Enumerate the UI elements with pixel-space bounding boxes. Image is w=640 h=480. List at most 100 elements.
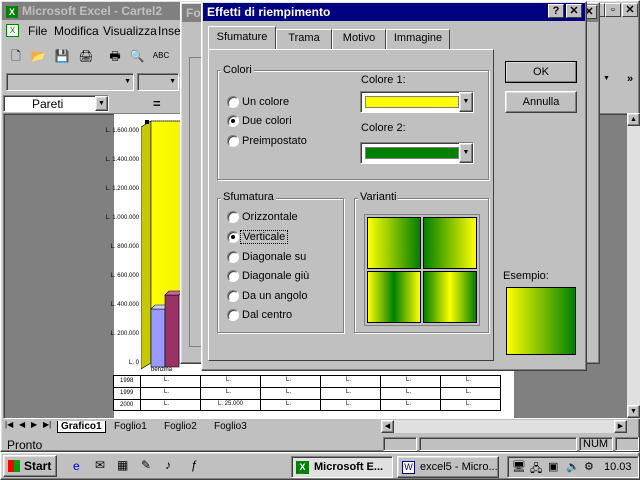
radio-preimpostato-label[interactable]: Preimpostato [242,135,307,147]
spelling-icon[interactable]: ABC [151,46,171,66]
radio-orizzontale-label[interactable]: Orizzontale [242,211,298,223]
name-box[interactable]: Pareti ▼ [3,95,109,112]
excel-close-button[interactable]: ✕ [622,3,638,17]
start-button[interactable]: Start [3,455,57,477]
help-button[interactable]: ? [548,4,564,18]
bar-series-1[interactable] [150,308,166,368]
selection-handle[interactable] [145,120,149,124]
clock[interactable]: 10.03 [604,461,632,473]
tab-sfumature[interactable]: Sfumature [208,26,276,49]
dialog-titlebar[interactable]: Effetti di riempimento [203,3,585,21]
radio-diagonale-giu[interactable] [227,270,239,282]
radio-due-colori[interactable] [227,115,239,127]
variant-swatch-3[interactable] [367,271,421,323]
radio-dal-centro-label[interactable]: Dal centro [242,309,292,321]
last-sheet-button[interactable]: ▶| [43,420,51,429]
scroll-right-button[interactable]: ▶ [614,420,627,433]
radio-da-un-angolo-label[interactable]: Da un angolo [242,290,307,302]
vertical-scrollbar[interactable]: ▲ ▼ [627,113,640,419]
system-tray: 🖥 🖧 ▣ 🔊 ⚙ 10.03 [507,456,639,478]
colore2-dropdown[interactable]: ▼ [360,142,474,164]
toolbar-overflow-icon[interactable]: » [627,73,633,85]
radio-da-un-angolo[interactable] [227,290,239,302]
sheet-tab-foglio3[interactable]: Foglio3 [211,421,250,433]
menu-file[interactable]: File [28,24,47,38]
sfumatura-group-title: Sfumatura [221,191,276,203]
print-preview-icon[interactable]: 🖶 [105,46,125,66]
prev-sheet-button[interactable]: ◀ [19,420,25,429]
sheet-tab-foglio1[interactable]: Foglio1 [111,421,150,433]
radio-verticale-label[interactable]: Verticale [240,230,289,244]
excel-titlebar[interactable]: X Microsoft Excel - Cartel2 [2,2,202,20]
num-lock-label: NUM [583,438,609,450]
variant-swatch-1[interactable] [367,217,421,269]
chevron-down-icon[interactable]: ▼ [459,143,473,163]
next-sheet-button[interactable]: ▶ [31,420,37,429]
tray-icon-2[interactable]: 🖧 [530,460,542,479]
bar-series-2[interactable] [164,294,180,368]
radio-diagonale-su[interactable] [227,251,239,263]
radio-diagonale-su-label[interactable]: Diagonale su [242,251,306,263]
variant-swatch-2[interactable] [423,217,477,269]
colore2-swatch [365,147,459,159]
task-button-excel[interactable]: X Microsoft E... [291,456,393,478]
sheet-tab-foglio2[interactable]: Foglio2 [161,421,200,433]
channels-icon[interactable]: ✎ [141,458,151,472]
radio-un-colore[interactable] [227,96,239,108]
windows-logo-icon [8,460,20,472]
radio-orizzontale[interactable] [227,211,239,223]
scroll-down-button[interactable]: ▼ [627,405,640,418]
doc-icon[interactable]: X [6,24,19,37]
tab-immagine[interactable]: Immagine [386,29,450,49]
tab-trama[interactable]: Trama [276,29,332,49]
save-icon[interactable]: 💾 [52,46,72,66]
menu-modifica[interactable]: Modifica [54,24,99,38]
chevron-down-icon[interactable]: ▼ [95,96,108,111]
formula-equals[interactable]: = [153,96,161,111]
font-size-dropdown[interactable]: ▼ [137,73,179,91]
chart-side-wall[interactable] [141,120,152,370]
dialog-close-button[interactable]: ✕ [566,4,582,18]
open-icon[interactable]: 📂 [28,46,48,66]
chevron-down-icon[interactable]: ▼ [603,75,610,82]
radio-dal-centro[interactable] [227,309,239,321]
scroll-left-button[interactable]: ◀ [381,420,394,433]
print-icon[interactable]: 🖨 [76,46,96,66]
font-name-dropdown[interactable]: ▼ [6,73,134,91]
new-icon[interactable]: 🗋 [6,46,26,66]
y-tick-label: L. 200.000 [110,331,139,337]
first-sheet-button[interactable]: |◀ [5,420,13,429]
radio-preimpostato[interactable] [227,135,239,147]
ie-icon[interactable]: e [73,459,80,473]
explorer-icon[interactable]: ▦ [117,458,128,472]
colore1-dropdown[interactable]: ▼ [360,91,474,113]
table-row-label: 1999 [120,390,134,396]
radio-diagonale-giu-label[interactable]: Diagonale giù [242,270,309,282]
tray-icon-3[interactable]: ▣ [548,460,558,473]
data-table[interactable]: 1998 L. L. L. L. L. L. 1999 L. L. L. L. … [113,375,501,411]
horizontal-scrollbar[interactable]: ◀ ▶ [381,420,627,433]
radio-verticale[interactable] [227,231,239,243]
preview-magnifier-icon[interactable]: 🔍 [127,46,147,66]
colore1-label: Colore 1: [361,74,406,86]
menu-visualizza[interactable]: Visualizza [103,24,157,38]
variant-swatch-4[interactable] [423,271,477,323]
tab-motivo[interactable]: Motivo [332,29,386,49]
chevron-down-icon[interactable]: ▼ [459,92,473,112]
radio-un-colore-label[interactable]: Un colore [242,96,289,108]
tool-icon[interactable]: ƒ [191,458,198,472]
cancel-button[interactable]: Annulla [505,91,577,113]
volume-icon[interactable]: 🔊 [566,460,580,473]
colori-group-title: Colori [221,64,254,76]
tray-icon-5[interactable]: ⚙ [584,460,594,473]
scroll-up-button[interactable]: ▲ [627,113,640,126]
media-icon[interactable]: ♪ [165,458,171,472]
tray-icon-1[interactable]: 🖥 [512,460,526,473]
menu-inserisci[interactable]: Inse [158,24,181,38]
ok-button[interactable]: OK [505,61,577,83]
sheet-tab-grafico1[interactable]: Grafico1 [57,421,106,433]
task-button-word[interactable]: W excel5 - Micro... [397,456,499,478]
outlook-icon[interactable]: ✉ [95,458,105,472]
excel-restore-button[interactable]: ▫ [605,3,621,17]
radio-due-colori-label[interactable]: Due colori [242,115,292,127]
